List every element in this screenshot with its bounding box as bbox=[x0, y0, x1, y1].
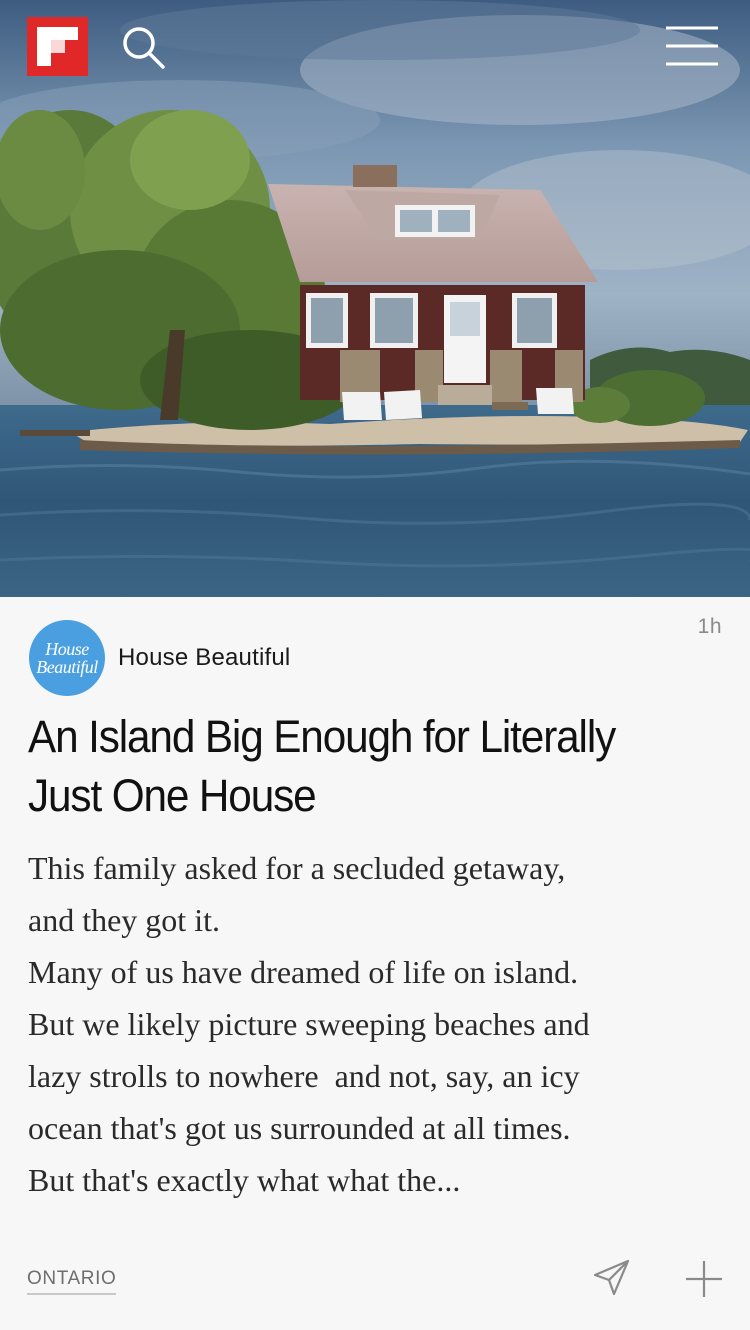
source-row[interactable]: House Beautiful House Beautiful bbox=[29, 619, 290, 697]
article-timestamp: 1h bbox=[697, 615, 722, 638]
article-excerpt[interactable]: This family asked for a secluded getaway… bbox=[28, 842, 728, 1206]
topic-tag-ontario[interactable]: ONTARIO bbox=[27, 1268, 117, 1295]
excerpt-line: ocean that's got us surrounded at all ti… bbox=[28, 1110, 571, 1146]
article-title[interactable]: An Island Big Enough for Literally Just … bbox=[28, 707, 686, 825]
article-card: 1h House Beautiful House Beautiful An Is… bbox=[0, 597, 750, 1330]
excerpt-line: But we likely picture sweeping beaches a… bbox=[28, 1006, 590, 1042]
excerpt-line: and they got it. bbox=[28, 902, 220, 938]
flipboard-article-screen: 1h House Beautiful House Beautiful An Is… bbox=[0, 0, 750, 1330]
excerpt-line: Many of us have dreamed of life on islan… bbox=[28, 954, 579, 990]
share-paper-plane-icon[interactable] bbox=[592, 1257, 632, 1297]
top-bar bbox=[0, 0, 750, 100]
avatar-text-line2: Beautiful bbox=[36, 657, 98, 677]
search-icon[interactable] bbox=[118, 22, 172, 76]
plus-icon[interactable] bbox=[684, 1259, 724, 1299]
excerpt-line: This family asked for a secluded getaway… bbox=[28, 850, 566, 886]
excerpt-line: lazy strolls to nowhere and not, say, an… bbox=[28, 1058, 580, 1094]
flipboard-logo-icon[interactable] bbox=[27, 17, 88, 76]
source-avatar[interactable]: House Beautiful bbox=[29, 620, 105, 696]
excerpt-line: But that's exactly what what the... bbox=[28, 1162, 461, 1198]
avatar-text-line1: House bbox=[45, 639, 89, 659]
article-title-line1: An Island Big Enough for Literally bbox=[28, 711, 616, 762]
hamburger-menu-icon[interactable] bbox=[662, 22, 722, 72]
article-title-line2: Just One House bbox=[28, 770, 317, 821]
source-name[interactable]: House Beautiful bbox=[118, 644, 290, 672]
